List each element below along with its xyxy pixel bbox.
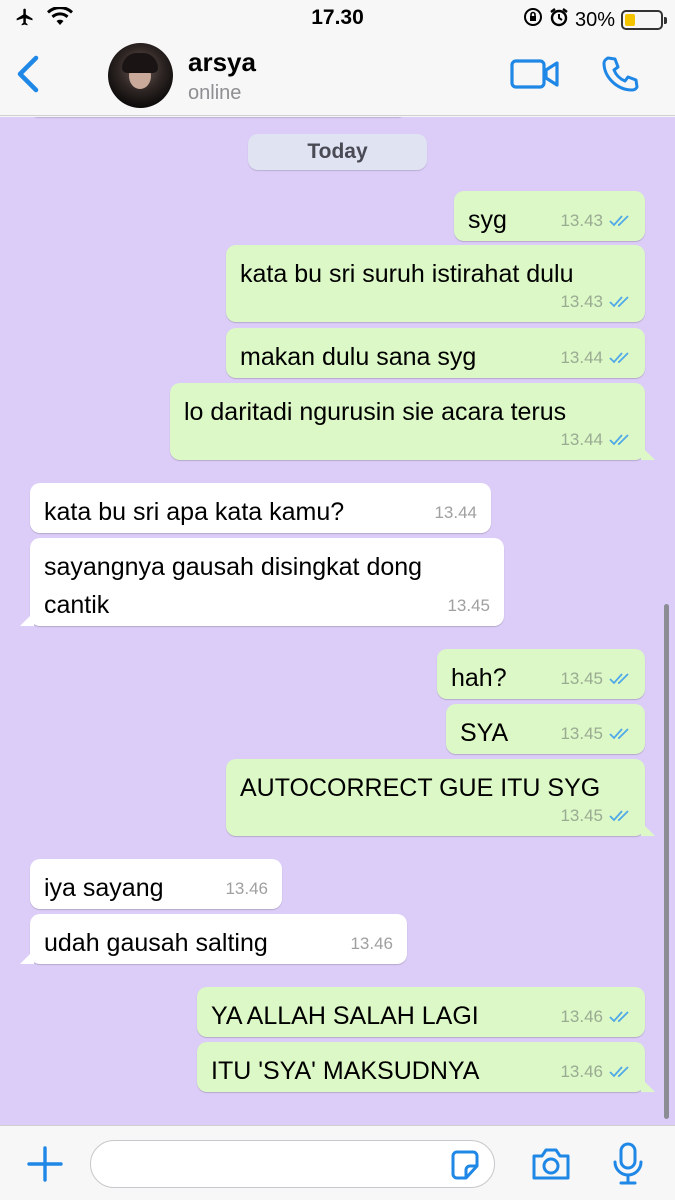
contact-name[interactable]: arsya	[188, 47, 256, 78]
message-text: AUTOCORRECT GUE ITU SYG	[240, 774, 601, 802]
message-text: ITU 'SYA' MAKSUDNYA	[211, 1057, 480, 1085]
phone-call-icon	[602, 56, 639, 92]
battery-level-fill	[625, 14, 635, 26]
date-separator: Today	[248, 134, 427, 170]
battery-percent: 30%	[574, 8, 615, 31]
read-ticks-icon	[609, 810, 629, 822]
orientation-lock-icon	[523, 7, 543, 33]
read-ticks-icon	[609, 1066, 629, 1078]
status-right: 30%	[523, 7, 667, 33]
message-text: kata bu sri apa kata kamu?	[44, 498, 345, 526]
message-text-line: cantik	[44, 591, 110, 619]
sticker-icon	[451, 1150, 479, 1180]
scrollbar[interactable]	[664, 604, 669, 1119]
chat-area[interactable]: Today syg 13.43 kata bu sri suruh istira…	[0, 117, 675, 1125]
message-text: makan dulu sana syg	[240, 343, 477, 371]
camera-button[interactable]	[530, 1146, 572, 1182]
message-meta: 13.44	[560, 430, 631, 450]
message-bubble-outgoing[interactable]: AUTOCORRECT GUE ITU SYG 13.45	[226, 759, 655, 836]
message-text: kata bu sri suruh istirahat dulu	[240, 260, 574, 288]
chat-header: arsya online	[0, 36, 675, 116]
message-bubble-outgoing[interactable]: YA ALLAH SALAH LAGI 13.46	[197, 987, 645, 1037]
contact-status: online	[188, 82, 242, 104]
message-bubble-incoming[interactable]: udah gausah salting 13.46	[20, 914, 407, 964]
message-text: SYA	[460, 719, 509, 747]
read-ticks-icon	[609, 296, 629, 308]
message-bubble-incoming[interactable]: kata bu sri apa kata kamu? 13.44	[30, 483, 491, 533]
message-time: 13.45	[560, 806, 603, 825]
message-meta: 13.45	[560, 806, 631, 826]
status-bar: 17.30 30%	[0, 0, 675, 36]
message-bubble-outgoing[interactable]: makan dulu sana syg 13.44	[226, 328, 645, 378]
video-call-button[interactable]	[510, 58, 560, 90]
message-bubble-outgoing[interactable]: syg 13.43	[454, 191, 645, 241]
message-time: 13.44	[560, 430, 603, 449]
message-meta: 13.46	[560, 1062, 631, 1082]
message-bubble-incoming[interactable]: sayangnya gausah disingkat dong cantik 1…	[20, 538, 504, 626]
message-time: 13.43	[560, 292, 603, 311]
read-ticks-icon	[609, 215, 629, 227]
message-meta: 13.45	[560, 724, 631, 744]
message-meta: 13.45	[447, 596, 490, 616]
message-time: 13.46	[350, 934, 393, 953]
video-call-icon	[510, 59, 559, 89]
message-meta: 13.46	[350, 934, 393, 954]
message-meta: 13.43	[560, 211, 631, 231]
message-text-line: sayangnya gausah disingkat dong	[44, 553, 423, 581]
input-bar	[0, 1125, 675, 1200]
message-text: hah?	[451, 664, 507, 692]
message-text: udah gausah salting	[44, 929, 268, 957]
bubble-tail	[641, 822, 655, 836]
message-time: 13.46	[560, 1007, 603, 1026]
message-text: iya sayang	[44, 874, 164, 902]
message-text: lo daritadi ngurusin sie acara terus	[184, 398, 567, 426]
back-button[interactable]	[10, 52, 50, 96]
message-bubble-outgoing[interactable]: kata bu sri suruh istirahat dulu 13.43	[226, 245, 645, 322]
message-bubble-outgoing[interactable]: ITU 'SYA' MAKSUDNYA 13.46	[197, 1042, 655, 1092]
read-ticks-icon	[609, 673, 629, 685]
message-meta: 13.46	[560, 1007, 631, 1027]
plus-icon	[27, 1146, 63, 1182]
message-bubble-outgoing[interactable]: hah? 13.45	[437, 649, 645, 699]
attach-button[interactable]	[25, 1144, 65, 1184]
bubble-tail	[641, 446, 655, 460]
message-time: 13.44	[560, 348, 603, 367]
message-time: 13.46	[560, 1062, 603, 1081]
message-input[interactable]	[90, 1140, 495, 1188]
sticker-button[interactable]	[448, 1148, 482, 1182]
message-text: YA ALLAH SALAH LAGI	[211, 1002, 479, 1030]
phone-call-button[interactable]	[600, 54, 640, 94]
message-bubble-incoming[interactable]: iya sayang 13.46	[30, 859, 282, 909]
bubble-tail	[20, 612, 34, 626]
microphone-icon	[613, 1142, 643, 1185]
message-time: 13.45	[560, 669, 603, 688]
message-meta: 13.46	[225, 879, 268, 899]
battery-icon	[621, 10, 667, 30]
message-bubble-outgoing[interactable]: lo daritadi ngurusin sie acara terus 13.…	[170, 383, 655, 460]
read-ticks-icon	[609, 352, 629, 364]
read-ticks-icon	[609, 1011, 629, 1023]
avatar-hair	[122, 53, 158, 73]
message-meta: 13.44	[434, 503, 477, 523]
message-time: 13.46	[225, 879, 268, 898]
message-text: sayangnya gausah disingkat dong cantik	[44, 548, 422, 624]
bubble-tail	[20, 950, 34, 964]
message-time: 13.45	[447, 596, 490, 615]
message-meta: 13.45	[560, 669, 631, 689]
message-time: 13.44	[434, 503, 477, 522]
message-bubble-outgoing[interactable]: SYA 13.45	[446, 704, 645, 754]
bubble-tail	[641, 1078, 655, 1092]
message-meta: 13.43	[560, 292, 631, 312]
message-time: 13.43	[560, 211, 603, 230]
message-time: 13.45	[560, 724, 603, 743]
message-meta: 13.44	[560, 348, 631, 368]
message-text: syg	[468, 206, 507, 234]
alarm-icon	[549, 7, 569, 33]
avatar[interactable]	[108, 43, 173, 108]
back-chevron-icon	[17, 55, 39, 93]
read-ticks-icon	[609, 728, 629, 740]
microphone-button[interactable]	[612, 1142, 644, 1186]
camera-icon	[532, 1148, 570, 1180]
read-ticks-icon	[609, 434, 629, 446]
